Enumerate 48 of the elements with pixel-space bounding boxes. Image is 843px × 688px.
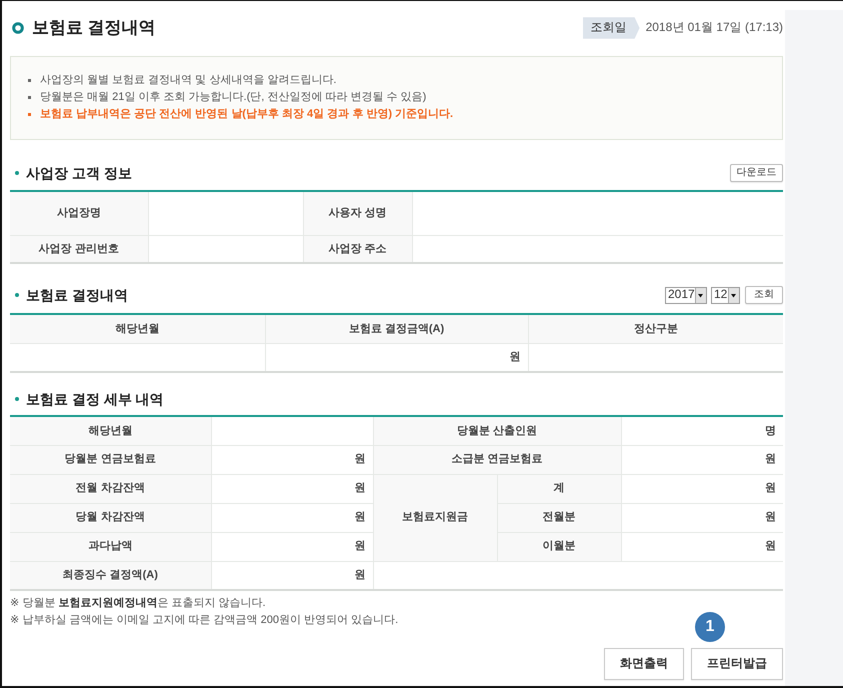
field-label: 당월분 산출인원 (373, 416, 621, 445)
section-title: 사업장 고객 정보 (26, 164, 132, 182)
bullet-icon (28, 79, 31, 82)
caret-icon (728, 288, 739, 302)
column-header: 보험료 결정금액(A) (265, 314, 528, 343)
field-label: 당월분 연금보험료 (10, 445, 211, 474)
notice-text: 당월분은 매월 21일 이후 조회 가능합니다.(단, 전산일정에 따라 변경될 수 있음) (40, 90, 426, 105)
year-select[interactable]: 2017 (665, 286, 707, 304)
table-cell: 원 (211, 445, 373, 474)
field-label: 당월 차감잔액 (10, 503, 211, 532)
download-button[interactable]: 다운로드 (730, 164, 783, 182)
field-label: 과다납액 (10, 532, 211, 561)
field-label: 사업장명 (10, 191, 148, 235)
query-date: 2018년 01월 17일 (17:13) (646, 20, 783, 36)
field-label: 해당년월 (10, 416, 211, 445)
page-title: 보험료 결정내역 (32, 16, 156, 39)
column-header: 해당년월 (10, 314, 265, 343)
ring-icon (12, 22, 24, 34)
callout-number: 1 (695, 612, 725, 642)
action-button[interactable]: 화면출력 (604, 648, 684, 680)
field-label: 이월분 (497, 532, 621, 561)
field-label: 최종징수 결정액(A) (10, 561, 211, 590)
field-label: 소급분 연금보험료 (373, 445, 621, 474)
month-select[interactable]: 12 (711, 286, 740, 304)
notice-text: 사업장의 월별 보험료 결정내역 및 상세내역을 알려드립니다. (40, 73, 336, 88)
action-button[interactable]: 프린터발급 (691, 648, 783, 680)
field-label: 보험료지원금 (373, 474, 497, 561)
field-label: 계 (497, 474, 621, 503)
bullet-icon (28, 113, 31, 116)
bullet-icon (28, 96, 31, 99)
bullet-icon (15, 171, 19, 175)
search-button[interactable]: 조회 (745, 286, 783, 304)
section-title: 보험료 결정내역 (26, 286, 128, 304)
bullet-icon (15, 293, 19, 297)
field-label: 사업장 관리번호 (10, 235, 148, 263)
field-label: 사업장 주소 (303, 235, 412, 263)
footnote: ※ 납부하실 금액에는 이메일 고지에 따른 감액금액 200원이 반영되어 있습니다. (10, 613, 398, 628)
bullet-icon (15, 397, 19, 401)
table-cell: 원 (211, 474, 373, 503)
footnote: ※ 당월분 보험료지원예정내역은 표출되지 않습니다. (10, 596, 266, 611)
field-label: 전월 차감잔액 (10, 474, 211, 503)
section-title: 보험료 결정 세부 내역 (26, 390, 164, 408)
caret-icon (695, 288, 706, 302)
column-header: 정산구분 (528, 314, 783, 343)
notice-text: 보험료 납부내역은 공단 전산에 반영된 날(납부후 최장 4일 경과 후 반영) 기준입니다. (40, 107, 454, 122)
query-date-label: 조회일 (582, 17, 640, 39)
field-label: 전월분 (497, 503, 621, 532)
field-label: 사용자 성명 (303, 191, 412, 235)
